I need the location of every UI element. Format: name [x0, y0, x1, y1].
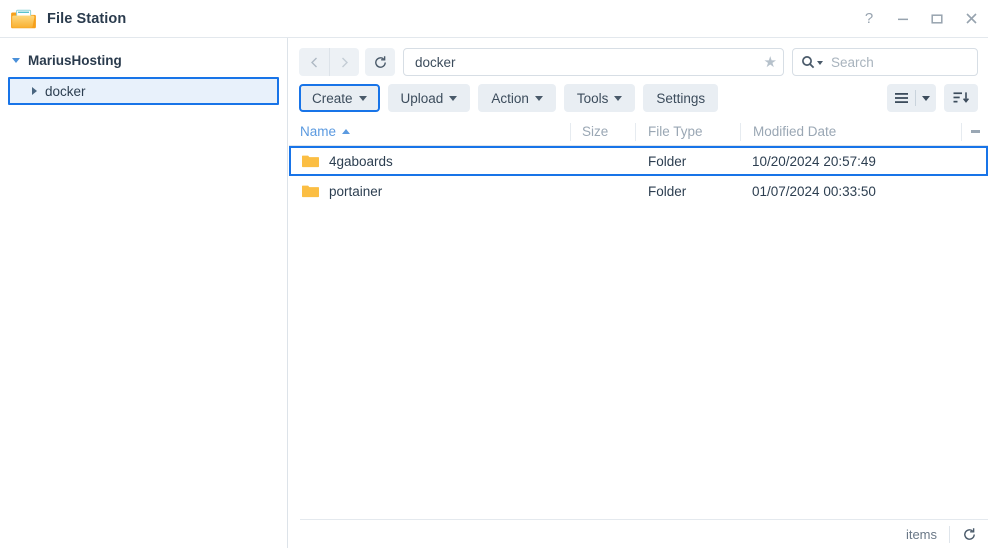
folder-icon	[302, 184, 319, 198]
caret-down-icon[interactable]	[12, 57, 20, 63]
refresh-icon	[963, 527, 975, 540]
file-name-cell: portainer	[302, 184, 572, 199]
view-tools	[887, 84, 978, 112]
table-row[interactable]: 4gaboards Folder 10/20/2024 20:57:49	[289, 146, 988, 176]
action-button[interactable]: Action	[478, 84, 556, 112]
sidebar: MariusHosting docker	[0, 38, 288, 548]
folder-icon	[302, 154, 319, 168]
table-row[interactable]: portainer Folder 01/07/2024 00:33:50	[289, 176, 988, 206]
column-header-file-type-label: File Type	[648, 124, 703, 139]
refresh-icon	[374, 55, 386, 68]
file-name: portainer	[329, 183, 383, 199]
table-header: Name Size File Type Modified Date	[289, 118, 988, 146]
column-header-modified-date-label: Modified Date	[753, 124, 837, 139]
view-mode-group[interactable]	[887, 84, 936, 112]
window-controls: ?	[852, 0, 988, 38]
search-placeholder: Search	[831, 54, 874, 70]
caret-down-icon	[449, 95, 458, 101]
chevron-left-icon	[310, 57, 317, 67]
action-button-label: Action	[491, 90, 529, 106]
sidebar-item-docker[interactable]: docker	[8, 77, 279, 105]
chevron-right-icon	[342, 57, 348, 67]
caret-down-icon	[358, 95, 367, 101]
file-modified-date-cell: 01/07/2024 00:33:50	[752, 183, 876, 199]
settings-button[interactable]: Settings	[643, 84, 719, 112]
sidebar-root-label: MariusHosting	[28, 52, 122, 68]
minimize-button[interactable]	[886, 0, 920, 38]
tools-button-label: Tools	[576, 90, 609, 106]
view-mode-caret-down-icon[interactable]	[916, 95, 936, 101]
status-refresh-button[interactable]	[950, 527, 988, 542]
caret-up-icon	[342, 129, 351, 134]
title-bar: File Station ?	[0, 0, 988, 38]
column-header-name[interactable]: Name	[300, 123, 570, 141]
column-header-modified-date[interactable]: Modified Date	[741, 123, 961, 141]
minimize-icon	[898, 18, 908, 20]
file-station-window: File Station ? MariusHosting docker dock…	[0, 0, 988, 548]
caret-down-icon	[534, 95, 543, 101]
close-icon	[965, 13, 977, 24]
folder-open-icon	[11, 8, 37, 30]
settings-button-label: Settings	[656, 90, 706, 106]
sort-button[interactable]	[944, 84, 978, 112]
file-type-cell: Folder	[648, 153, 687, 169]
status-bar: items	[300, 519, 988, 548]
column-header-file-type[interactable]: File Type	[636, 123, 740, 141]
path-input[interactable]: docker ★	[403, 48, 784, 76]
main-panel: docker ★ Search Create Upload Action Too…	[289, 38, 988, 548]
search-input[interactable]: Search	[792, 48, 978, 76]
column-header-name-label: Name	[300, 124, 337, 139]
create-button-label: Create	[312, 90, 353, 106]
sidebar-tree-root[interactable]: MariusHosting	[0, 48, 287, 72]
forward-button[interactable]	[329, 48, 359, 76]
file-name-cell: 4gaboards	[302, 154, 572, 169]
column-header-size-label: Size	[582, 124, 609, 139]
file-modified-date-cell: 10/20/2024 20:57:49	[752, 153, 876, 169]
maximize-icon	[931, 13, 943, 24]
file-list: 4gaboards Folder 10/20/2024 20:57:49 por…	[289, 146, 988, 206]
back-button[interactable]	[299, 48, 329, 76]
app-title: File Station	[47, 10, 127, 27]
upload-button-label: Upload	[400, 90, 444, 106]
file-type-cell: Folder	[648, 183, 687, 199]
upload-button[interactable]: Upload	[387, 84, 471, 112]
kebab-menu-icon[interactable]	[962, 129, 988, 135]
list-view-icon[interactable]	[887, 92, 915, 104]
path-value: docker	[415, 54, 456, 70]
tools-button[interactable]: Tools	[563, 84, 636, 112]
item-count-label: items	[905, 526, 937, 542]
refresh-button[interactable]	[365, 48, 395, 76]
search-scope-caret-down-icon[interactable]	[817, 61, 823, 65]
sidebar-item-label: docker	[45, 83, 86, 99]
star-icon[interactable]: ★	[764, 55, 777, 70]
navigation-bar: docker ★ Search	[289, 38, 988, 78]
action-bar: Create Upload Action Tools Settings	[289, 78, 988, 112]
file-name: 4gaboards	[329, 153, 393, 169]
question-mark-icon: ?	[864, 10, 874, 27]
column-header-size[interactable]: Size	[571, 123, 635, 141]
maximize-button[interactable]	[920, 0, 954, 38]
create-button[interactable]: Create	[299, 84, 380, 112]
caret-right-icon[interactable]	[32, 87, 37, 95]
caret-down-icon	[614, 95, 623, 101]
help-button[interactable]: ?	[852, 0, 886, 38]
nav-button-group	[299, 48, 359, 76]
search-icon	[801, 55, 815, 69]
sort-descending-icon	[953, 92, 969, 103]
close-button[interactable]	[954, 0, 988, 38]
